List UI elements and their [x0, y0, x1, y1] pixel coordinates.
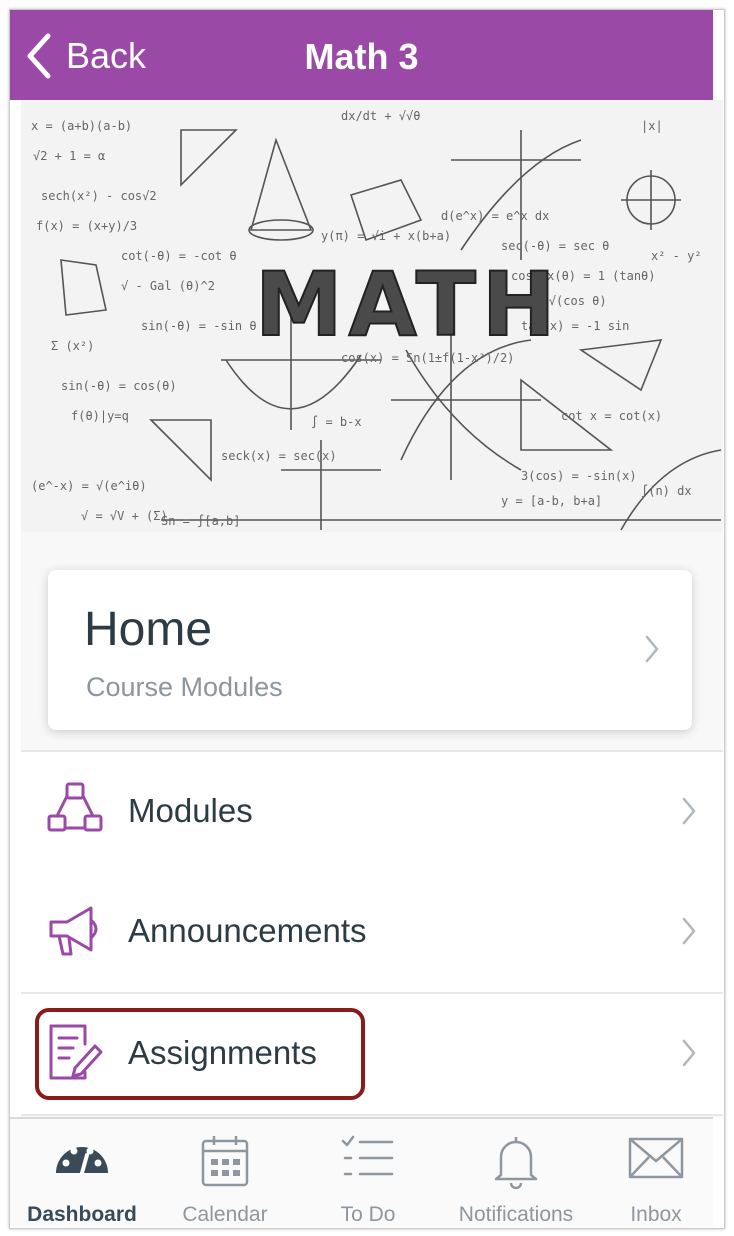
home-card[interactable]: Home Course Modules [48, 570, 692, 730]
calendar-icon [201, 1136, 249, 1187]
menu-item-announcements[interactable]: Announcements [21, 872, 723, 994]
tab-calendar[interactable]: Calendar [155, 1119, 295, 1227]
svg-text:f(θ)|y=q: f(θ)|y=q [71, 409, 129, 423]
tab-label: Inbox [630, 1203, 682, 1226]
tab-bar: Dashboard Calendar To Do Notifications I… [10, 1117, 713, 1227]
bell-icon [494, 1137, 538, 1189]
svg-text:(e^-x) = √(e^iθ): (e^-x) = √(e^iθ) [31, 479, 147, 493]
svg-text:y = [a-b, b+a]: y = [a-b, b+a] [501, 494, 602, 508]
svg-text:√ = √V + (Σ): √ = √V + (Σ) [81, 509, 168, 523]
svg-text:dx/dt + √√θ: dx/dt + √√θ [341, 109, 420, 123]
tab-label: Notifications [458, 1203, 574, 1226]
svg-text:cot(-θ) = -cot θ: cot(-θ) = -cot θ [121, 249, 237, 263]
menu-item-assignments[interactable]: Assignments [21, 994, 723, 1116]
svg-text:sec(-θ) = sec θ: sec(-θ) = sec θ [501, 239, 609, 253]
chevron-right-icon [645, 635, 659, 663]
navigation-bar: Back Math 3 [10, 10, 713, 100]
svg-text:cot x = cot(x): cot x = cot(x) [561, 409, 662, 423]
chevron-right-icon [682, 1039, 696, 1067]
menu-item-modules[interactable]: Modules [21, 750, 723, 874]
svg-text:x = (a+b)(a-b): x = (a+b)(a-b) [31, 119, 132, 133]
svg-text:seck(x) = sec(x): seck(x) = sec(x) [221, 449, 337, 463]
modules-icon [47, 782, 103, 832]
svg-text:∫ = b-x: ∫ = b-x [311, 415, 362, 429]
svg-text:sech(x²) - cos√2: sech(x²) - cos√2 [41, 189, 157, 203]
tab-notifications[interactable]: Notifications [441, 1119, 591, 1227]
svg-text:f(x) = (x+y)/3: f(x) = (x+y)/3 [36, 219, 137, 233]
menu-item-label: Assignments [128, 1034, 317, 1071]
tab-label: Dashboard [27, 1203, 137, 1226]
page-title: Math 3 [304, 36, 419, 77]
svg-text:sin(-θ) = -sin θ: sin(-θ) = -sin θ [141, 319, 257, 333]
assignment-icon [49, 1024, 103, 1080]
menu-item-label: Announcements [128, 912, 367, 949]
svg-text:√ - Gal (θ)^2: √ - Gal (θ)^2 [121, 279, 215, 293]
tab-label: Calendar [182, 1203, 268, 1226]
svg-text:3(cos) = -sin(x): 3(cos) = -sin(x) [521, 469, 637, 483]
inbox-icon [628, 1137, 684, 1179]
svg-text:d(e^x) = e^x dx: d(e^x) = e^x dx [441, 209, 549, 223]
dashboard-icon [56, 1147, 108, 1175]
math-doodle-illustration: x = (a+b)(a-b) √2 + 1 = α sech(x²) - cos… [31, 109, 722, 531]
home-card-subtitle: Course Modules [86, 672, 283, 702]
tab-inbox[interactable]: Inbox [586, 1119, 726, 1227]
course-banner-image: x = (a+b)(a-b) √2 + 1 = α sech(x²) - cos… [21, 100, 723, 532]
chevron-right-icon [682, 797, 696, 825]
home-card-title: Home [84, 603, 213, 656]
course-content: Home Course Modules Modules Announcement… [21, 532, 723, 1117]
megaphone-icon [49, 906, 98, 956]
tab-todo[interactable]: To Do [298, 1119, 438, 1227]
svg-text:y(π) = √i + x(b+a): y(π) = √i + x(b+a) [321, 229, 451, 243]
svg-text:∫(n) dx: ∫(n) dx [641, 484, 692, 498]
chevron-right-icon [682, 917, 696, 945]
tab-label: To Do [340, 1203, 396, 1226]
svg-text:x² - y²: x² - y² [651, 249, 702, 263]
svg-text:Σ (x²): Σ (x²) [51, 339, 94, 353]
svg-text:sin(-θ) = cos(θ): sin(-θ) = cos(θ) [61, 379, 177, 393]
banner-headline: MATH [255, 253, 562, 356]
menu-item-label: Modules [128, 792, 253, 829]
svg-text:Sn = ∫[a,b]: Sn = ∫[a,b] [161, 514, 240, 528]
tab-dashboard[interactable]: Dashboard [12, 1119, 152, 1227]
todo-icon [341, 1135, 394, 1176]
svg-text:√2 + 1 = α: √2 + 1 = α [33, 149, 105, 163]
svg-text:|x|: |x| [641, 119, 663, 133]
